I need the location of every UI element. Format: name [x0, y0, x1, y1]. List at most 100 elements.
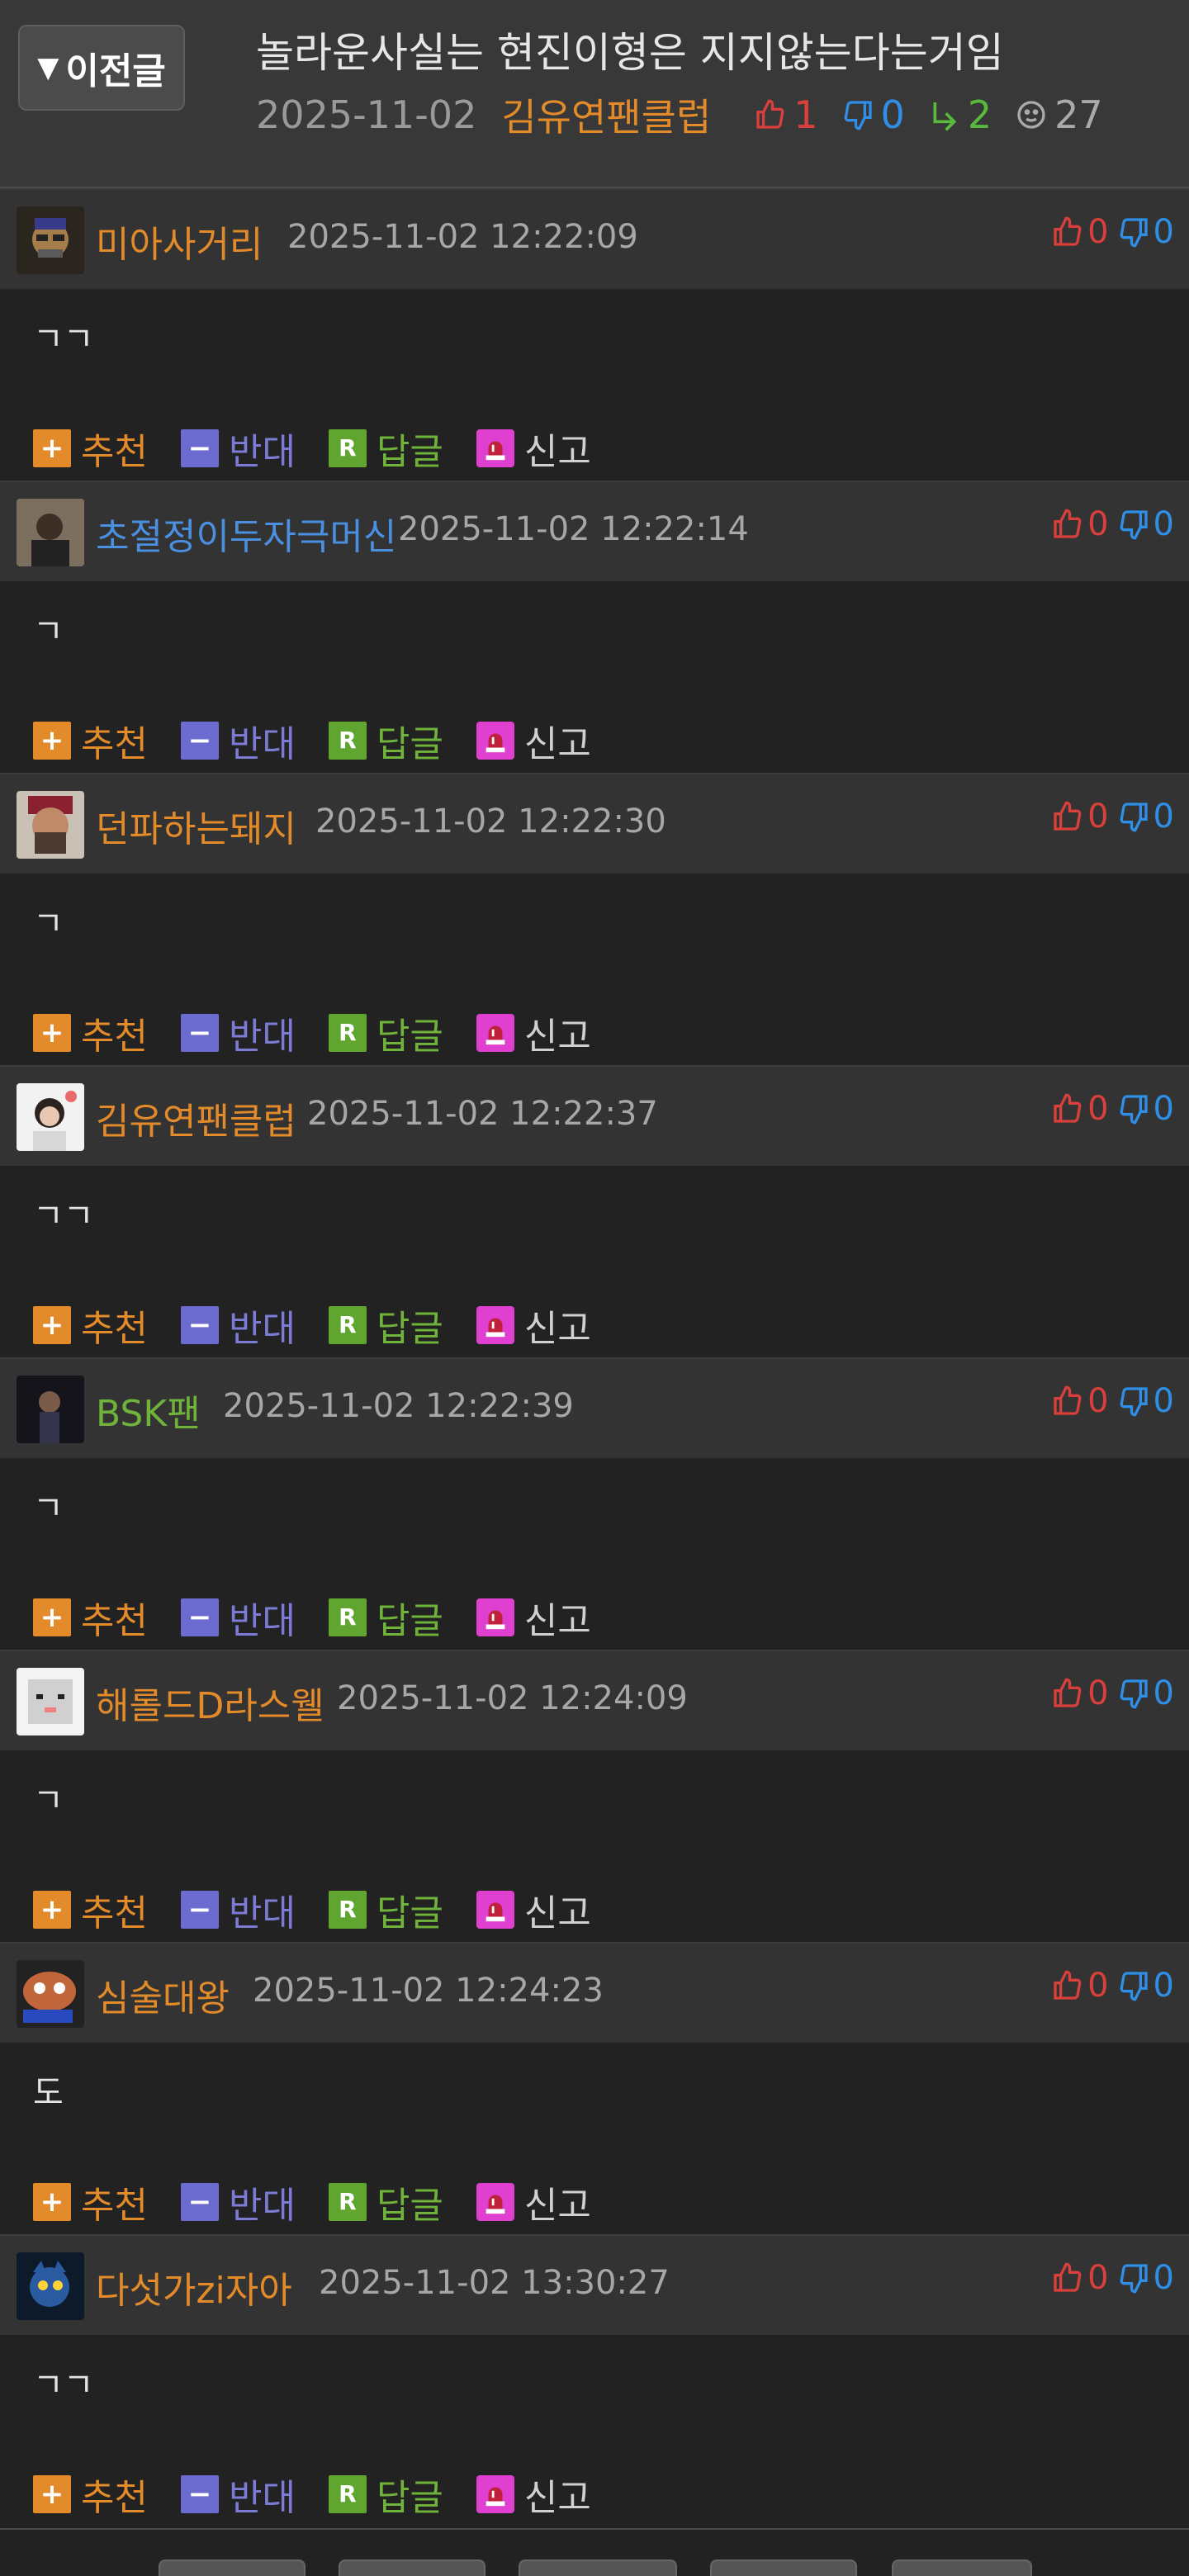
siren-icon	[476, 1306, 514, 1344]
comment-dislike-button[interactable]: 0	[1117, 213, 1174, 251]
comment-dislike-count: 0	[1153, 1674, 1174, 1712]
page-button[interactable]	[519, 2559, 677, 2576]
recommend-button[interactable]: + 추천	[33, 1883, 148, 1936]
oppose-button[interactable]: − 반대	[180, 2176, 296, 2228]
thumbs-down-icon	[1120, 803, 1148, 832]
comment-header: 초절정이두자극머신 2025-11-02 12:22:14 0 0	[0, 481, 1189, 581]
comment-nickname[interactable]: 다섯가zi자아	[96, 2261, 292, 2313]
comment-nickname[interactable]: 심술대왕	[96, 1968, 230, 2021]
comment-dislike-button[interactable]: 0	[1117, 1967, 1174, 2005]
comment-like-button[interactable]: 0	[1051, 2259, 1109, 2297]
comment-like-button[interactable]: 0	[1051, 1382, 1109, 1420]
comment-like-button[interactable]: 0	[1051, 798, 1109, 836]
comment-nickname[interactable]: 해롤드D라스웰	[96, 1676, 324, 1729]
report-button[interactable]: 신고	[476, 2468, 591, 2521]
avatar[interactable]	[17, 1376, 84, 1443]
comment-item: 미아사거리 2025-11-02 12:22:09 0 0 ㄱㄱ + 추천 − 반대…	[0, 188, 1189, 481]
comment-like-button[interactable]: 0	[1051, 1090, 1109, 1128]
comment-like-button[interactable]: 0	[1051, 1674, 1109, 1712]
report-button[interactable]: 신고	[476, 1883, 591, 1936]
report-button[interactable]: 신고	[476, 1591, 591, 1644]
smiley-icon	[1017, 101, 1045, 129]
comment-nickname[interactable]: 미아사거리	[96, 215, 263, 268]
recommend-button[interactable]: + 추천	[33, 1299, 148, 1352]
comment-item: 초절정이두자극머신 2025-11-02 12:22:14 0 0 ㄱ + 추천 …	[0, 481, 1189, 773]
page-button[interactable]	[339, 2559, 486, 2576]
recommend-button[interactable]: + 추천	[33, 422, 148, 475]
page-button[interactable]	[892, 2559, 1032, 2576]
comment-dislike-button[interactable]: 0	[1117, 2259, 1174, 2297]
comment-nickname[interactable]: 던파하는돼지	[96, 799, 296, 852]
siren-icon	[476, 429, 514, 467]
oppose-button[interactable]: − 반대	[180, 2468, 296, 2521]
oppose-button[interactable]: − 반대	[180, 1883, 296, 1936]
reply-button[interactable]: R 답글	[328, 1883, 443, 1936]
comment-votes: 0 0	[1043, 1382, 1174, 1420]
minus-icon: −	[180, 1306, 219, 1344]
minus-icon: −	[180, 1598, 219, 1636]
comment-like-button[interactable]: 0	[1051, 505, 1109, 543]
siren-icon	[476, 722, 514, 760]
plus-icon: +	[33, 2475, 71, 2513]
comment-header: 해롤드D라스웰 2025-11-02 12:24:09 0 0	[0, 1650, 1189, 1750]
comment-nickname[interactable]: BSK팬	[96, 1384, 201, 1437]
avatar[interactable]	[17, 499, 84, 566]
oppose-button[interactable]: − 반대	[180, 1299, 296, 1352]
comment-like-button[interactable]: 0	[1051, 1967, 1109, 2005]
avatar[interactable]	[17, 1083, 84, 1151]
reply-button[interactable]: R 답글	[328, 714, 443, 767]
oppose-button[interactable]: − 반대	[180, 422, 296, 475]
thumbs-up-icon	[1054, 1970, 1082, 2000]
thumbs-down-icon	[1120, 1387, 1148, 1417]
avatar[interactable]	[17, 791, 84, 859]
reply-r-icon: R	[328, 2183, 367, 2221]
reply-button[interactable]: R 답글	[328, 2176, 443, 2228]
avatar[interactable]	[17, 206, 84, 274]
reply-button[interactable]: R 답글	[328, 1591, 443, 1644]
page-button[interactable]	[710, 2559, 857, 2576]
reply-r-icon: R	[328, 1014, 367, 1052]
avatar[interactable]	[17, 1960, 84, 2028]
comment-time: 2025-11-02 12:22:39	[223, 1387, 574, 1425]
comment-nickname[interactable]: 초절정이두자극머신	[96, 507, 396, 560]
recommend-button[interactable]: + 추천	[33, 2176, 148, 2228]
avatar-image	[17, 1960, 84, 2028]
reply-button[interactable]: R 답글	[328, 2468, 443, 2521]
avatar[interactable]	[17, 1668, 84, 1735]
comment-like-button[interactable]: 0	[1051, 213, 1109, 251]
report-button[interactable]: 신고	[476, 714, 591, 767]
comment-dislike-button[interactable]: 0	[1117, 505, 1174, 543]
report-button[interactable]: 신고	[476, 2176, 591, 2228]
reply-button[interactable]: R 답글	[328, 422, 443, 475]
post-views: 27	[1015, 92, 1103, 137]
avatar[interactable]	[17, 2252, 84, 2320]
recommend-button[interactable]: + 추천	[33, 1591, 148, 1644]
page-button[interactable]	[159, 2559, 306, 2576]
comment-nickname[interactable]: 김유연팬클럽	[96, 1091, 296, 1144]
comment-header: 던파하는돼지 2025-11-02 12:22:30 0 0	[0, 773, 1189, 874]
siren-icon	[476, 1014, 514, 1052]
comment-votes: 0 0	[1043, 2259, 1174, 2297]
recommend-button[interactable]: + 추천	[33, 1006, 148, 1059]
comment-dislike-button[interactable]: 0	[1117, 1382, 1174, 1420]
oppose-button[interactable]: − 반대	[180, 1591, 296, 1644]
report-button[interactable]: 신고	[476, 1006, 591, 1059]
comment-dislike-button[interactable]: 0	[1117, 1674, 1174, 1712]
comment-dislike-button[interactable]: 0	[1117, 1090, 1174, 1128]
prev-post-button[interactable]: ▼ 이전글	[18, 25, 185, 111]
oppose-button[interactable]: − 반대	[180, 1006, 296, 1059]
report-button[interactable]: 신고	[476, 1299, 591, 1352]
recommend-button[interactable]: + 추천	[33, 714, 148, 767]
reply-button[interactable]: R 답글	[328, 1299, 443, 1352]
comment-dislike-button[interactable]: 0	[1117, 798, 1174, 836]
recommend-button[interactable]: + 추천	[33, 2468, 148, 2521]
oppose-button[interactable]: − 반대	[180, 714, 296, 767]
thumbs-down-icon	[1120, 1972, 1148, 2001]
minus-icon: −	[180, 2183, 219, 2221]
post-author[interactable]: 김유연팬클럽	[501, 88, 711, 142]
report-button[interactable]: 신고	[476, 422, 591, 475]
plus-icon: +	[33, 429, 71, 467]
reply-button[interactable]: R 답글	[328, 1006, 443, 1059]
recommend-label: 추천	[81, 1308, 148, 1350]
reply-label: 답글	[376, 1892, 443, 1934]
